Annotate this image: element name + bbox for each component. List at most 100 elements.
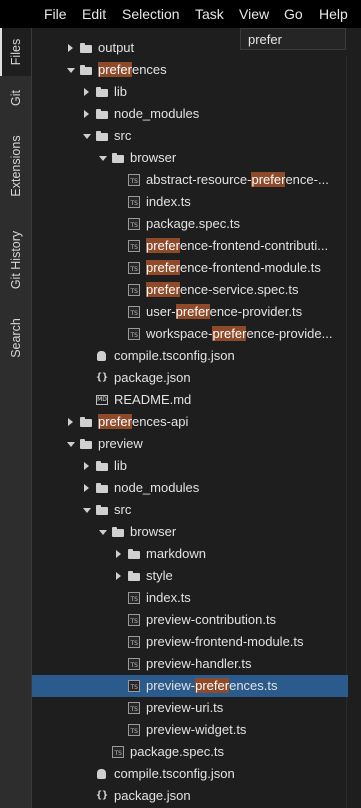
tree-folder-row[interactable]: preferences [32, 59, 348, 81]
menu-selection[interactable]: Selection [122, 6, 180, 22]
menu-help[interactable]: Help [319, 6, 348, 22]
label-text: markdown [146, 546, 206, 561]
menu-file[interactable]: File [44, 6, 67, 22]
label-text: ence-... [285, 172, 329, 187]
chevron-right-icon[interactable] [82, 477, 92, 499]
match-highlight: prefer [146, 238, 180, 253]
tree-file-row[interactable]: {} package.json [32, 785, 348, 807]
config-file-icon [96, 768, 108, 780]
label-text: compile.tsconfig.json [114, 766, 235, 781]
tree-file-row[interactable]: TS preview-preferences.ts [32, 675, 348, 697]
tree-file-row[interactable]: {} package.json [32, 367, 348, 389]
tree-item-label: compile.tsconfig.json [114, 345, 235, 367]
match-highlight: prefer [195, 678, 230, 693]
label-text: ence-provider.ts [209, 304, 303, 319]
tree-item-label: package.spec.ts [130, 741, 224, 763]
folder-icon [96, 482, 108, 494]
tree-folder-row[interactable]: lib [32, 81, 348, 103]
tree-item-label: user-preference-provider.ts [146, 301, 302, 323]
match-highlight: prefer [98, 414, 132, 429]
tree-folder-row[interactable]: markdown [32, 543, 348, 565]
tree-folder-row[interactable]: node_modules [32, 477, 348, 499]
tree-folder-row[interactable]: style [32, 565, 348, 587]
tree-file-row[interactable]: compile.tsconfig.json [32, 763, 348, 785]
side-tab-git-history[interactable]: Git History [0, 212, 31, 308]
tree-file-row[interactable]: TS package.spec.ts [32, 213, 348, 235]
menu-view[interactable]: View [239, 6, 269, 22]
match-highlight: prefer [175, 304, 210, 319]
chevron-down-icon[interactable] [66, 59, 76, 81]
label-text: preview-handler.ts [146, 656, 252, 671]
label-text: lib [114, 84, 128, 99]
tree-folder-row[interactable]: lib [32, 455, 348, 477]
tree-item-label: preview-contribution.ts [146, 609, 276, 631]
tree-file-row[interactable]: TS index.ts [32, 587, 348, 609]
tree-item-label: src [114, 499, 131, 521]
tree-file-row[interactable]: TS abstract-resource-preference-... [32, 169, 348, 191]
chevron-right-icon[interactable] [82, 455, 92, 477]
typescript-file-icon: TS [128, 174, 140, 186]
tree-file-row[interactable]: compile.tsconfig.json [32, 345, 348, 367]
chevron-right-icon[interactable] [66, 411, 76, 433]
label-text: abstract-resource- [146, 172, 252, 187]
side-tab-search[interactable]: Search [0, 308, 31, 368]
tree-folder-row[interactable]: browser [32, 147, 348, 169]
tree-file-row[interactable]: TS index.ts [32, 191, 348, 213]
typescript-file-icon: TS [128, 636, 140, 648]
tree-file-row[interactable]: TS preview-uri.ts [32, 697, 348, 719]
tree-folder-row[interactable]: preferences-api [32, 411, 348, 433]
folder-icon [128, 570, 140, 582]
menu-task[interactable]: Task [195, 6, 224, 22]
typescript-file-icon: TS [128, 592, 140, 604]
tree-file-row[interactable]: TS preview-handler.ts [32, 653, 348, 675]
tree-folder-row[interactable]: browser [32, 521, 348, 543]
label-text: preview-widget.ts [146, 722, 247, 737]
chevron-right-icon[interactable] [66, 37, 76, 59]
folder-icon [112, 526, 124, 538]
folder-icon [80, 64, 92, 76]
tree-file-row[interactable]: TS workspace-preference-provide... [32, 323, 348, 345]
tree-file-row[interactable]: TS preference-frontend-module.ts [32, 257, 348, 279]
label-text: lib [114, 458, 128, 473]
label-text: package.spec.ts [130, 744, 224, 759]
folder-icon [96, 86, 108, 98]
tree-file-row[interactable]: TS preview-widget.ts [32, 719, 348, 741]
tree-item-label: src [114, 125, 131, 147]
label-text: ences [131, 62, 167, 77]
tree-file-row[interactable]: TS preference-service.spec.ts [32, 279, 348, 301]
tree-file-row[interactable]: TS user-preference-provider.ts [32, 301, 348, 323]
chevron-down-icon[interactable] [66, 433, 76, 455]
tree-file-row[interactable]: MD README.md [32, 389, 348, 411]
chevron-down-icon[interactable] [98, 147, 108, 169]
match-highlight: prefer [251, 172, 286, 187]
tree-file-row[interactable]: TS preview-frontend-module.ts [32, 631, 348, 653]
chevron-right-icon[interactable] [114, 565, 124, 587]
chevron-right-icon[interactable] [114, 543, 124, 565]
label-text: ences.ts [229, 678, 278, 693]
label-text: style [146, 568, 173, 583]
chevron-down-icon[interactable] [98, 521, 108, 543]
chevron-right-icon[interactable] [82, 103, 92, 125]
tree-folder-row[interactable]: node_modules [32, 103, 348, 125]
tree-folder-row[interactable]: src [32, 499, 348, 521]
match-highlight: prefer [212, 326, 247, 341]
tree-file-row[interactable]: TS preview-contribution.ts [32, 609, 348, 631]
menu-go[interactable]: Go [284, 6, 303, 22]
label-text: preview-contribution.ts [146, 612, 277, 627]
menu-edit[interactable]: Edit [82, 6, 106, 22]
side-tab-git[interactable]: Git [0, 76, 31, 120]
chevron-down-icon[interactable] [82, 125, 92, 147]
tree-folder-row[interactable]: preview [32, 433, 348, 455]
tree-item-label: preferences [98, 59, 167, 81]
tree-item-label: package.json [114, 367, 191, 389]
typescript-file-icon: TS [128, 658, 140, 670]
tree-folder-row[interactable]: src [32, 125, 348, 147]
chevron-right-icon[interactable] [82, 81, 92, 103]
tree-file-row[interactable]: TS preference-frontend-contributi... [32, 235, 348, 257]
chevron-down-icon[interactable] [82, 499, 92, 521]
tree-filter-input[interactable]: prefer [240, 28, 346, 50]
side-tab-extensions[interactable]: Extensions [0, 120, 31, 212]
side-tab-files[interactable]: Files [0, 28, 31, 76]
match-highlight: prefer [146, 260, 180, 275]
tree-file-row[interactable]: TS package.spec.ts [32, 741, 348, 763]
